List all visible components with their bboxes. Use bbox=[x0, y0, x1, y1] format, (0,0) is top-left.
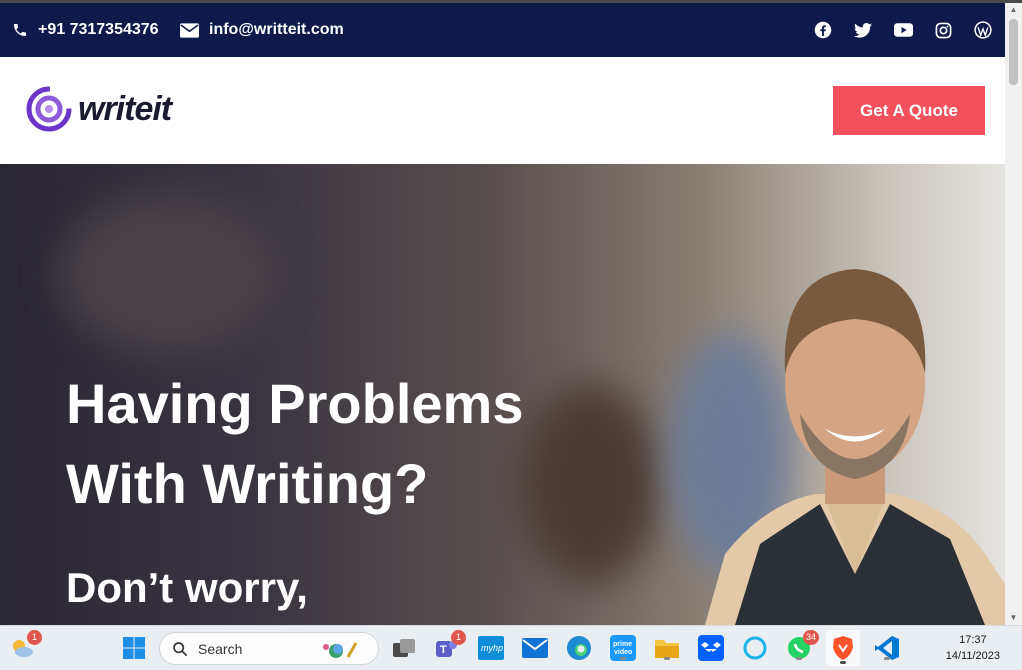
site-logo[interactable]: writeit bbox=[26, 85, 172, 133]
hero-subheadline: Don’t worry, bbox=[66, 564, 308, 611]
phone-number: +91 7317354376 bbox=[38, 21, 159, 38]
system-clock[interactable]: 17:37 14/11/2023 bbox=[946, 632, 1000, 664]
running-indicator bbox=[796, 657, 802, 660]
search-icon bbox=[173, 641, 188, 656]
twitter-icon[interactable] bbox=[853, 20, 873, 40]
logo-mark-icon bbox=[26, 86, 72, 132]
whatsapp-badge: 34 bbox=[802, 630, 819, 645]
myhp-icon[interactable]: myhp bbox=[477, 634, 505, 662]
alexa-icon[interactable] bbox=[741, 634, 769, 662]
hero-man-photo bbox=[705, 269, 1005, 625]
mail-icon[interactable] bbox=[521, 634, 549, 662]
search-placeholder: Search bbox=[198, 640, 243, 657]
svg-text:video: video bbox=[614, 649, 632, 656]
dropbox-icon[interactable] bbox=[697, 634, 725, 662]
windows-taskbar: 1 Search T 1 myhp prime video 34 17:37 1… bbox=[0, 625, 1022, 670]
logo-text: writeit bbox=[78, 89, 172, 128]
contact-bar: +91 7317354376 info@writteit.com bbox=[0, 3, 1005, 57]
brave-browser-icon[interactable] bbox=[826, 630, 860, 666]
taskbar-search-box[interactable]: Search bbox=[159, 632, 379, 665]
running-indicator bbox=[884, 657, 890, 660]
running-indicator bbox=[664, 657, 670, 660]
envelope-icon bbox=[180, 22, 199, 38]
social-links bbox=[813, 3, 993, 57]
running-indicator bbox=[840, 661, 846, 664]
teams-badge: 1 bbox=[451, 630, 466, 645]
phone-contact[interactable]: +91 7317354376 bbox=[12, 3, 159, 57]
svg-text:T: T bbox=[440, 644, 447, 656]
scroll-down-arrow-icon[interactable]: ▼ bbox=[1005, 611, 1022, 625]
vscode-icon[interactable] bbox=[873, 634, 901, 662]
svg-text:myhp: myhp bbox=[481, 643, 503, 653]
whatsapp-icon[interactable]: 34 bbox=[785, 630, 819, 662]
edge-browser-icon[interactable] bbox=[565, 634, 593, 662]
vertical-scrollbar[interactable]: ▲ ▼ bbox=[1005, 3, 1022, 625]
email-contact[interactable]: info@writteit.com bbox=[180, 3, 344, 57]
file-explorer-icon[interactable] bbox=[653, 634, 681, 662]
weather-badge: 1 bbox=[27, 630, 42, 645]
running-indicator bbox=[620, 657, 626, 660]
clock-date: 14/11/2023 bbox=[945, 650, 1000, 662]
wordpress-icon[interactable] bbox=[973, 20, 993, 40]
site-header: writeit Get A Quote bbox=[0, 57, 1005, 164]
windows-start-icon[interactable] bbox=[120, 634, 148, 662]
hero-headline: Having Problems With Writing? bbox=[66, 372, 524, 515]
hero-bg-blur bbox=[60, 194, 280, 354]
svg-text:prime: prime bbox=[613, 641, 632, 648]
task-view-icon[interactable] bbox=[390, 634, 418, 662]
phone-icon bbox=[14, 24, 26, 36]
prime-video-icon[interactable]: prime video bbox=[609, 634, 637, 662]
window-top-edge bbox=[0, 0, 1022, 3]
hero-section: Having Problems With Writing? Don’t worr… bbox=[0, 164, 1005, 625]
get-a-quote-button[interactable]: Get A Quote bbox=[833, 86, 985, 135]
teams-icon[interactable]: T 1 bbox=[432, 630, 466, 662]
scroll-up-arrow-icon[interactable]: ▲ bbox=[1005, 3, 1022, 17]
facebook-icon[interactable] bbox=[813, 20, 833, 40]
browser-viewport: +91 7317354376 info@writteit.com writeit… bbox=[0, 0, 1005, 625]
instagram-icon[interactable] bbox=[933, 20, 953, 40]
scroll-thumb[interactable] bbox=[1009, 19, 1018, 85]
email-address: info@writteit.com bbox=[209, 21, 344, 38]
search-highlight-icon bbox=[323, 641, 358, 658]
clock-time: 17:37 bbox=[959, 634, 987, 646]
weather-widget-icon[interactable]: 1 bbox=[8, 630, 42, 662]
youtube-icon[interactable] bbox=[893, 20, 913, 40]
